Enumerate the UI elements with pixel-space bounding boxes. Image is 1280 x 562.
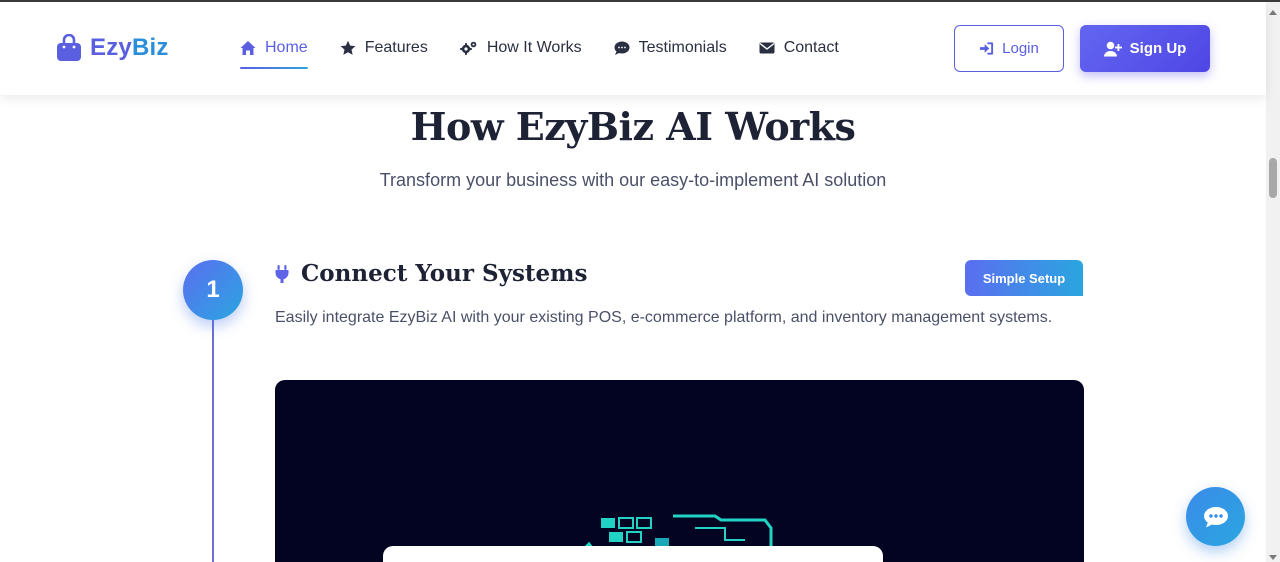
envelope-icon (759, 42, 775, 54)
step-title: Connect Your Systems (301, 260, 588, 287)
step-illustration (275, 380, 1084, 562)
brand-name: EzyBiz (90, 34, 169, 62)
nav-item-label: Features (364, 39, 428, 56)
plug-icon (275, 264, 289, 283)
step-number-badge: 1 (183, 260, 243, 320)
nav-item-contact[interactable]: Contact (759, 37, 839, 59)
simple-setup-badge: Simple Setup (965, 260, 1083, 296)
nav-item-label: How It Works (486, 39, 582, 56)
nav-item-how-it-works[interactable]: How It Works (460, 37, 582, 59)
brand-name-biz: Biz (131, 34, 169, 61)
site-header: EzyBiz Home Features How It Works Testim… (0, 2, 1266, 95)
section-title: How EzyBiz AI Works (410, 104, 856, 149)
sign-in-icon (980, 42, 994, 55)
nav-item-label: Contact (783, 39, 839, 56)
section-subtitle: Transform your business with our easy-to… (379, 170, 887, 190)
step-header: Connect Your Systems (275, 260, 587, 287)
nav-item-home[interactable]: Home (240, 37, 308, 69)
login-button[interactable]: Login (954, 25, 1064, 72)
signup-button[interactable]: Sign Up (1080, 25, 1210, 72)
chat-button[interactable] (1186, 487, 1245, 546)
comment-icon (614, 41, 630, 55)
nav-item-features[interactable]: Features (340, 37, 428, 59)
scroll-down-arrow-icon[interactable] (1269, 555, 1277, 560)
chat-bubble-icon (1203, 506, 1228, 527)
main-nav: Home Features How It Works Testimonials … (240, 37, 839, 69)
timeline-line (212, 318, 214, 562)
home-icon (240, 41, 256, 55)
scroll-up-arrow-icon[interactable] (1269, 10, 1277, 15)
gears-icon (460, 41, 477, 55)
shopping-bag-icon (57, 34, 81, 61)
login-label: Login (1002, 40, 1039, 57)
illustration-card (383, 546, 883, 562)
nav-item-testimonials[interactable]: Testimonials (614, 37, 727, 59)
nav-item-label: Testimonials (638, 39, 727, 56)
scrollbar-thumb[interactable] (1269, 158, 1277, 198)
nav-item-label: Home (265, 39, 308, 56)
brand-logo[interactable]: EzyBiz (56, 34, 169, 62)
user-plus-icon (1103, 41, 1122, 56)
star-icon (340, 40, 356, 55)
page-scrollbar[interactable] (1266, 2, 1280, 562)
brand-name-ezy: Ezy (90, 34, 132, 61)
step-description: Easily integrate EzyBiz AI with your exi… (275, 309, 1053, 326)
signup-label: Sign Up (1129, 40, 1187, 57)
